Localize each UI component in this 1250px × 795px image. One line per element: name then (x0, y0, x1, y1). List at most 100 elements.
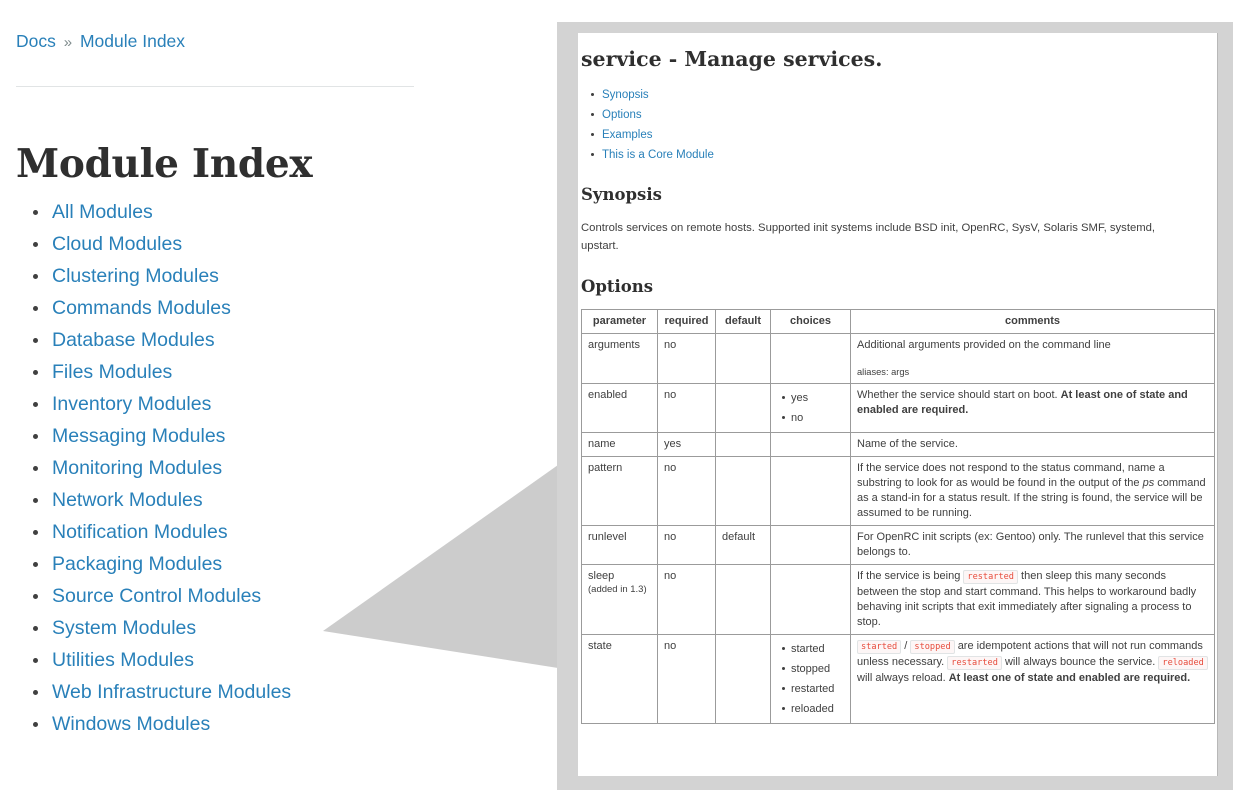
list-item[interactable]: Packaging Modules (30, 548, 500, 580)
toc-item-core-module[interactable]: This is a Core Module (591, 145, 1203, 165)
choice-label: started (791, 643, 825, 655)
inline-code-started: started (857, 640, 902, 654)
comment-text: If the service is being (857, 570, 961, 582)
module-detail-panel: service - Manage services. Synopsis Opti… (557, 22, 1233, 790)
cell-parameter: runlevel (581, 525, 658, 565)
choice-item: yes (782, 388, 845, 408)
module-link[interactable]: Cloud Modules (52, 233, 182, 255)
module-link[interactable]: Commands Modules (52, 297, 231, 319)
cell-required: yes (657, 432, 716, 457)
list-item[interactable]: Source Control Modules (30, 580, 500, 612)
module-link[interactable]: Web Infrastructure Modules (52, 681, 291, 703)
choice-item: stopped (782, 659, 845, 679)
module-link[interactable]: Database Modules (52, 329, 215, 351)
cell-default: default (715, 525, 771, 565)
parameter-label: sleep (588, 570, 615, 582)
toc-link[interactable]: This is a Core Module (602, 149, 714, 161)
module-link[interactable]: Windows Modules (52, 713, 210, 735)
list-item[interactable]: Commands Modules (30, 292, 500, 324)
module-link[interactable]: Network Modules (52, 489, 203, 511)
choice-label: yes (791, 392, 809, 404)
cell-default (715, 456, 771, 526)
module-link[interactable]: All Modules (52, 201, 153, 223)
module-link[interactable]: System Modules (52, 617, 196, 639)
cell-choices: yes no (770, 383, 851, 433)
cell-required: no (657, 634, 716, 724)
list-item[interactable]: Messaging Modules (30, 420, 500, 452)
toc-item-options[interactable]: Options (591, 105, 1203, 125)
module-link[interactable]: Inventory Modules (52, 393, 211, 415)
cell-comments: Name of the service. (850, 432, 1215, 457)
comment-text: Additional arguments provided on the com… (857, 339, 1111, 351)
toc-link[interactable]: Examples (602, 129, 653, 141)
list-item[interactable]: Network Modules (30, 484, 500, 516)
table-row: pattern no If the service does not respo… (581, 456, 1215, 526)
table-row: state no started stopped restarted reloa… (581, 634, 1215, 724)
cell-parameter: enabled (581, 383, 658, 433)
cell-parameter: arguments (581, 333, 658, 384)
module-link[interactable]: Files Modules (52, 361, 172, 383)
choice-label: stopped (791, 663, 831, 675)
synopsis-heading: Synopsis (581, 185, 662, 204)
list-item[interactable]: Cloud Modules (30, 228, 500, 260)
list-item[interactable]: Notification Modules (30, 516, 500, 548)
module-link[interactable]: Source Control Modules (52, 585, 261, 607)
choice-label: restarted (791, 683, 835, 695)
comment-separator: / (904, 640, 908, 652)
toc-link[interactable]: Synopsis (602, 89, 649, 101)
screenshot-root: Docs » Module Index Module Index All Mod… (0, 0, 1250, 795)
table-row: name yes Name of the service. (581, 432, 1215, 457)
list-item[interactable]: Monitoring Modules (30, 452, 500, 484)
table-row: arguments no Additional arguments provid… (581, 333, 1215, 384)
module-link[interactable]: Clustering Modules (52, 265, 219, 287)
cell-required: no (657, 525, 716, 565)
breadcrumb-divider (16, 86, 414, 87)
list-item[interactable]: Utilities Modules (30, 644, 500, 676)
synopsis-text: Controls services on remote hosts. Suppo… (581, 222, 1156, 252)
list-item[interactable]: System Modules (30, 612, 500, 644)
cell-comments: started / stopped are idempotent actions… (850, 634, 1215, 724)
cell-choices: started stopped restarted reloaded (770, 634, 851, 724)
options-heading: Options (581, 277, 654, 296)
breadcrumb-separator-icon: » (63, 34, 73, 51)
list-item[interactable]: Web Infrastructure Modules (30, 676, 500, 708)
comment-aliases: aliases: args (857, 367, 910, 377)
toc-item-examples[interactable]: Examples (591, 125, 1203, 145)
toc-link[interactable]: Options (602, 109, 642, 121)
table-row: sleep (added in 1.3) no If the service i… (581, 564, 1215, 635)
cell-choices (770, 432, 851, 457)
comment-text: If the service does not respond to the s… (857, 462, 1165, 489)
inline-code-stopped: stopped (910, 640, 955, 654)
cell-parameter: name (581, 432, 658, 457)
breadcrumb-current-module-index[interactable]: Module Index (80, 31, 185, 51)
parameter-version-note: (added in 1.3) (588, 584, 647, 595)
comment-strong: At least one of state and enabled are re… (948, 672, 1191, 684)
list-item[interactable]: Clustering Modules (30, 260, 500, 292)
module-link[interactable]: Utilities Modules (52, 649, 194, 671)
module-link[interactable]: Monitoring Modules (52, 457, 222, 479)
choice-label: reloaded (791, 703, 834, 715)
comment-text: Name of the service. (857, 438, 958, 450)
table-header-row: parameter required default choices comme… (581, 309, 1215, 334)
list-item[interactable]: All Modules (30, 196, 500, 228)
cell-choices (770, 333, 851, 384)
list-item[interactable]: Files Modules (30, 356, 500, 388)
module-detail-content: service - Manage services. Synopsis Opti… (578, 33, 1218, 776)
breadcrumb-link-docs[interactable]: Docs (16, 31, 56, 51)
cell-required: no (657, 564, 716, 635)
choice-list: yes no (777, 388, 845, 428)
module-link[interactable]: Notification Modules (52, 521, 228, 543)
list-item[interactable]: Inventory Modules (30, 388, 500, 420)
list-item[interactable]: Database Modules (30, 324, 500, 356)
choice-item: started (782, 639, 845, 659)
module-link[interactable]: Packaging Modules (52, 553, 222, 575)
toc-item-synopsis[interactable]: Synopsis (591, 85, 1203, 105)
list-item[interactable]: Windows Modules (30, 708, 500, 740)
options-table: parameter required default choices comme… (581, 309, 1215, 724)
cell-comments: If the service does not respond to the s… (850, 456, 1215, 526)
cell-choices (770, 525, 851, 565)
cell-default (715, 564, 771, 635)
comment-text: Whether the service should start on boot… (857, 389, 1058, 401)
module-link[interactable]: Messaging Modules (52, 425, 225, 447)
table-row: runlevel no default For OpenRC init scri… (581, 525, 1215, 565)
